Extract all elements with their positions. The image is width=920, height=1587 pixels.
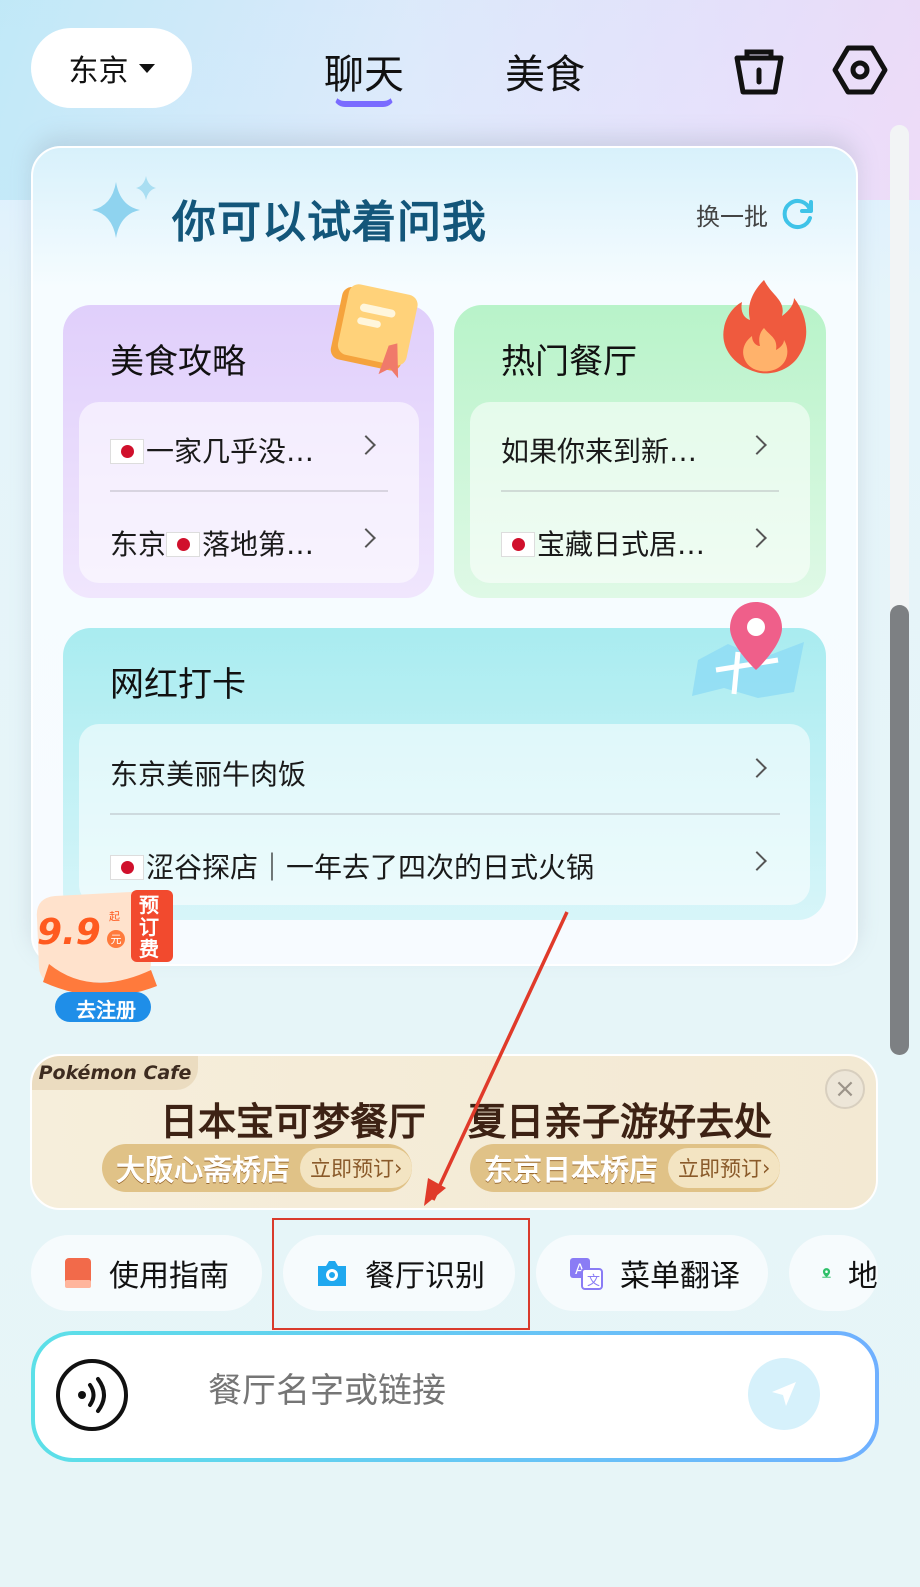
scrollbar-thumb[interactable] bbox=[890, 605, 909, 1055]
card-title: 你可以试着问我 bbox=[172, 197, 487, 248]
checkin-item-1[interactable]: 东京美丽牛肉饭 bbox=[110, 753, 306, 793]
divider bbox=[110, 813, 780, 815]
japan-flag-icon bbox=[110, 439, 144, 464]
banner-store-osaka[interactable]: 大阪心斋桥店 立即预订 › bbox=[102, 1144, 413, 1192]
svg-text:文: 文 bbox=[587, 1274, 600, 1289]
chip-map[interactable]: 地 bbox=[789, 1235, 878, 1311]
food-guide-item-1[interactable]: 一家几乎没… bbox=[110, 430, 314, 470]
store-osaka-book-label: 立即预订 bbox=[310, 1157, 395, 1181]
tab-food[interactable]: 美食 bbox=[505, 42, 585, 100]
chat-input-bar bbox=[31, 1331, 879, 1462]
banner-headline-left: 日本宝可梦餐厅 bbox=[160, 1100, 427, 1144]
banner-headline-right: 夏日亲子游好去处 bbox=[468, 1100, 773, 1144]
divider bbox=[110, 490, 388, 492]
city-selector[interactable]: 东京 bbox=[31, 28, 192, 108]
chip-menu-translate[interactable]: A文 菜单翻译 bbox=[536, 1235, 768, 1311]
chip-user-guide-label: 使用指南 bbox=[109, 1259, 229, 1294]
banner-store-tokyo[interactable]: 东京日本桥店 立即预订 › bbox=[470, 1144, 781, 1192]
hot-restaurants-title: 热门餐厅 bbox=[501, 342, 637, 382]
japan-flag-icon bbox=[501, 532, 535, 557]
promo-unit-top: 起 bbox=[109, 910, 120, 923]
promo-badge[interactable]: 9.9 起 元 预订费 去注册 bbox=[31, 880, 181, 1030]
store-osaka-book-button[interactable]: 立即预订 › bbox=[300, 1148, 413, 1188]
checkin-item-2-text: 涩谷探店｜一年去了四次的日式火锅 bbox=[146, 851, 595, 884]
japan-flag-icon bbox=[110, 855, 144, 880]
hot-restaurants-item-1[interactable]: 如果你来到新… bbox=[501, 430, 697, 470]
food-guide-item-1-text: 一家几乎没… bbox=[146, 435, 315, 468]
divider bbox=[501, 490, 779, 492]
caret-down-icon bbox=[138, 63, 155, 73]
map-pin-icon bbox=[822, 1268, 831, 1278]
store-tokyo-book-button[interactable]: 立即预订 › bbox=[668, 1148, 781, 1188]
store-osaka-name: 大阪心斋桥店 bbox=[116, 1153, 291, 1187]
banner-close-icon[interactable]: × bbox=[825, 1069, 865, 1109]
settings-hexagon-icon[interactable] bbox=[832, 42, 888, 98]
translate-icon: A文 bbox=[570, 1258, 603, 1290]
guide-book-icon bbox=[65, 1258, 91, 1288]
hot-restaurants-item-2[interactable]: 宝藏日式居… bbox=[501, 523, 705, 563]
voice-input-icon[interactable] bbox=[56, 1359, 128, 1431]
pokemon-cafe-banner[interactable]: Pokémon Cafe 日本宝可梦餐厅 夏日亲子游好去处 大阪心斋桥店 立即预… bbox=[30, 1054, 878, 1210]
store-tokyo-book-label: 立即预订 bbox=[678, 1157, 763, 1181]
store-tokyo-name: 东京日本桥店 bbox=[484, 1153, 659, 1187]
sparkle-icon bbox=[88, 176, 162, 244]
tab-chat[interactable]: 聊天 bbox=[324, 42, 404, 100]
checkin-title: 网红打卡 bbox=[110, 665, 246, 705]
refresh-icon bbox=[782, 199, 813, 229]
book-icon bbox=[318, 278, 428, 382]
checkin-item-2[interactable]: 涩谷探店｜一年去了四次的日式火锅 bbox=[110, 846, 594, 886]
promo-fee-label: 预订费 bbox=[139, 893, 159, 961]
japan-flag-icon bbox=[166, 532, 201, 557]
chip-menu-translate-label: 菜单翻译 bbox=[620, 1259, 740, 1294]
pokemon-cafe-tag: Pokémon Cafe bbox=[32, 1056, 198, 1090]
chip-user-guide[interactable]: 使用指南 bbox=[31, 1235, 262, 1311]
map-pin-illustration-icon bbox=[688, 600, 810, 702]
city-label: 东京 bbox=[68, 54, 129, 89]
active-tab-indicator bbox=[333, 95, 395, 107]
search-input[interactable] bbox=[208, 1371, 708, 1411]
hot-restaurants-item-2-text: 宝藏日式居… bbox=[537, 528, 706, 561]
chip-map-label: 地 bbox=[848, 1259, 878, 1294]
food-guide-item-2-text: 落地第… bbox=[202, 528, 315, 561]
promo-cta[interactable]: 去注册 bbox=[61, 994, 151, 1023]
food-guide-item-2[interactable]: 东京 落地第… bbox=[110, 523, 314, 563]
highlight-box bbox=[272, 1218, 530, 1330]
promo-price: 9.9 bbox=[37, 912, 101, 953]
refresh-label: 换一批 bbox=[696, 202, 768, 231]
promo-unit-bottom: 元 bbox=[107, 930, 125, 948]
food-guide-item-2-prefix: 东京 bbox=[110, 528, 167, 561]
send-icon[interactable] bbox=[748, 1358, 820, 1430]
food-guide-title: 美食攻略 bbox=[110, 342, 246, 382]
refresh-button[interactable]: 换一批 bbox=[696, 196, 816, 232]
shop-bag-icon[interactable] bbox=[731, 42, 787, 98]
fire-icon bbox=[716, 276, 812, 380]
